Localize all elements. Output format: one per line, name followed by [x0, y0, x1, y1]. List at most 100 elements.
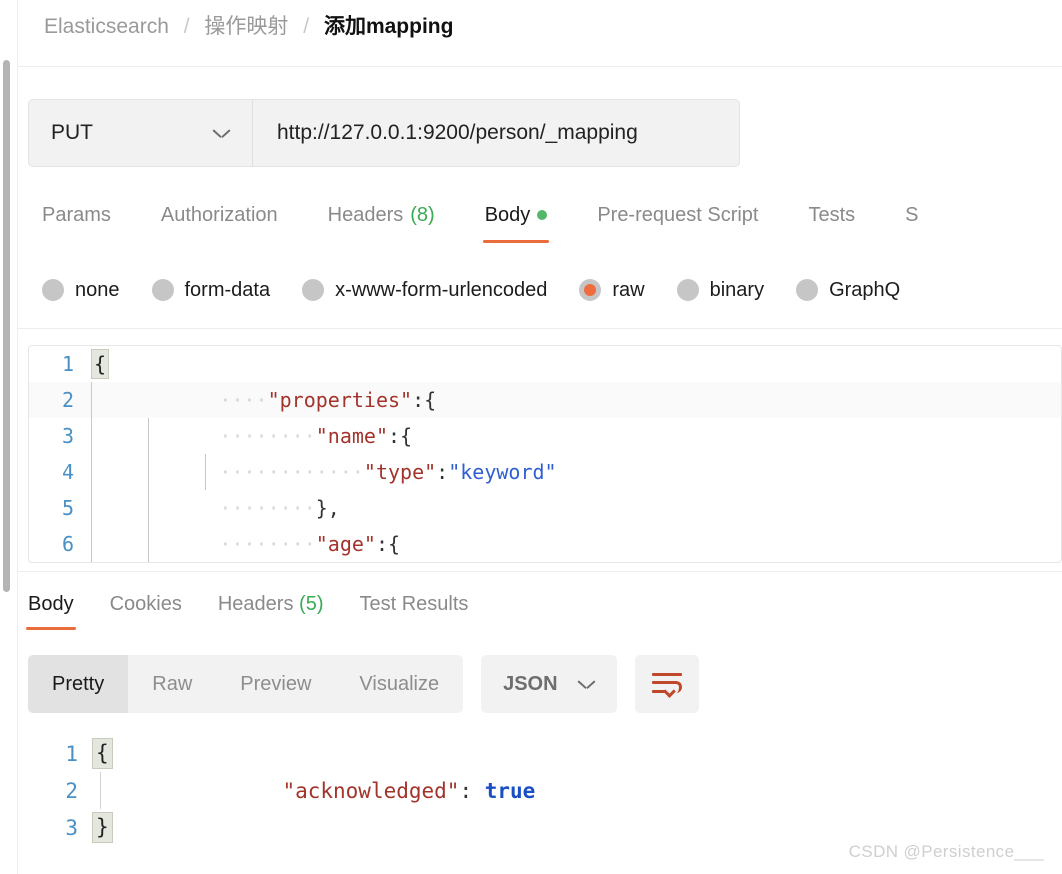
line-number: 6 [61, 532, 74, 556]
request-bar: PUT http://127.0.0.1:9200/person/_mappin… [28, 99, 740, 167]
radio-binary[interactable]: binary [676, 278, 765, 302]
tab-authorization[interactable]: Authorization [136, 198, 303, 232]
response-toolbar: Pretty Raw Preview Visualize JSON [28, 655, 699, 713]
tab-settings-clipped[interactable]: S [880, 198, 943, 232]
line-number: 2 [65, 778, 78, 803]
json-key: "acknowledged" [282, 778, 460, 803]
view-mode-pretty[interactable]: Pretty [28, 655, 129, 713]
json-key: "type" [363, 460, 437, 484]
chevron-down-icon [213, 128, 230, 138]
response-tab-headers-count: (5) [299, 593, 324, 615]
vertical-scrollbar[interactable] [3, 60, 10, 592]
breadcrumb-separator: / [183, 15, 190, 38]
word-wrap-button[interactable] [634, 655, 699, 713]
json-punct: :{ [375, 532, 401, 556]
view-mode-preview[interactable]: Preview [216, 655, 335, 713]
body-type-radio-group: none form-data x-www-form-urlencoded raw… [30, 268, 932, 312]
tab-params-label: Params [42, 204, 111, 226]
breadcrumb: Elasticsearch / 操作映射 / 添加mapping [44, 12, 453, 42]
indent-guide [148, 526, 149, 562]
json-value: "keyword" [448, 460, 557, 484]
response-view-mode-group: Pretty Raw Preview Visualize [28, 655, 464, 713]
request-body-editor[interactable]: 1 { 2 ····"properties":{ 3 ········"name… [28, 345, 1062, 563]
response-format-dropdown[interactable]: JSON [481, 655, 617, 713]
watermark: CSDN @Persistence___ [848, 842, 1044, 861]
response-tab-headers-label: Headers [217, 593, 294, 615]
radio-raw[interactable]: raw [579, 279, 645, 302]
json-key: "age" [315, 532, 376, 556]
url-input[interactable]: http://127.0.0.1:9200/person/_mapping [253, 100, 739, 166]
http-method-dropdown[interactable]: PUT [29, 100, 253, 166]
tab-tests-label: Tests [808, 204, 856, 226]
tab-pre-request-script-label: Pre-request Script [597, 204, 759, 226]
body-modified-dot-icon [537, 210, 548, 220]
code-content: "acknowledged": true [98, 772, 1062, 809]
tab-params[interactable]: Params [30, 198, 136, 232]
view-mode-preview-label: Preview [240, 672, 312, 695]
view-mode-visualize[interactable]: Visualize [335, 655, 463, 713]
response-tab-headers[interactable]: Headers (5) [200, 588, 342, 620]
tab-body[interactable]: Body [460, 198, 573, 243]
response-tab-test-results[interactable]: Test Results [341, 588, 486, 620]
tab-settings-label: S [905, 204, 919, 226]
radio-graphql-icon [796, 279, 819, 301]
radio-none-label: none [75, 278, 120, 301]
radio-graphql[interactable]: GraphQ [796, 279, 900, 302]
response-tab-test-results-label: Test Results [359, 593, 469, 615]
response-tab-body[interactable]: Body [18, 588, 92, 630]
indent-guide [91, 526, 92, 562]
response-tab-cookies-label: Cookies [109, 593, 182, 615]
radio-x-www-form-urlencoded-label: x-www-form-urlencoded [335, 278, 548, 301]
line-number: 1 [61, 352, 74, 376]
breadcrumb-folder[interactable]: 操作映射 [204, 15, 288, 38]
vertical-scrollbar-thumb[interactable] [3, 60, 10, 592]
line-number: 2 [61, 388, 74, 412]
indent-dots: ········ [219, 532, 316, 556]
tab-headers-count: (8) [410, 204, 435, 226]
tab-tests[interactable]: Tests [783, 198, 880, 232]
response-tab-body-label: Body [28, 593, 74, 615]
tab-pre-request-script[interactable]: Pre-request Script [572, 198, 783, 232]
line-number: 5 [61, 496, 74, 520]
chevron-down-icon [578, 679, 595, 689]
tab-body-label: Body [484, 204, 531, 226]
radio-form-data-label: form-data [184, 278, 271, 301]
response-code-line: 3 } [28, 809, 1062, 846]
response-section-divider [18, 571, 1062, 572]
fold-marker[interactable]: } [92, 812, 113, 843]
tab-headers[interactable]: Headers (8) [303, 198, 460, 232]
response-format-label: JSON [503, 672, 558, 695]
word-wrap-icon [651, 673, 682, 698]
tab-authorization-label: Authorization [160, 204, 278, 226]
radio-none[interactable]: none [42, 279, 120, 302]
json-punct: : [436, 460, 449, 484]
json-punct: :{ [412, 388, 437, 412]
view-mode-raw-label: Raw [152, 672, 193, 695]
postman-window: Elasticsearch / 操作映射 / 添加mapping PUT htt… [0, 0, 1062, 874]
radio-form-data[interactable]: form-data [151, 278, 271, 302]
view-mode-raw[interactable]: Raw [128, 655, 216, 713]
indent-guide [100, 772, 101, 809]
radio-x-www-form-urlencoded[interactable]: x-www-form-urlencoded [302, 279, 547, 302]
code-content: } [92, 809, 1062, 846]
breadcrumb-current: 添加mapping [323, 15, 454, 38]
radio-x-www-form-urlencoded-icon [302, 279, 325, 301]
view-mode-visualize-label: Visualize [359, 672, 440, 695]
code-line[interactable]: 6 ········"age":{ [29, 526, 1061, 562]
breadcrumb-root[interactable]: Elasticsearch [44, 15, 169, 38]
json-value: true [484, 778, 536, 803]
tab-headers-label: Headers [327, 204, 404, 226]
radio-graphql-label: GraphQ [829, 278, 901, 301]
radio-form-data-icon [151, 279, 174, 301]
response-tab-cookies[interactable]: Cookies [92, 588, 200, 620]
radio-binary-icon [676, 279, 699, 301]
radio-none-icon [42, 279, 64, 301]
response-code-line: 2 "acknowledged": true [28, 772, 1062, 809]
http-method-label: PUT [51, 121, 93, 144]
response-body-viewer[interactable]: 1 { 2 "acknowledged": true 3 } [28, 735, 1062, 850]
response-tabs: Body Cookies Headers (5) Test Results [18, 588, 486, 636]
radio-binary-label: binary [709, 278, 765, 301]
line-number: 3 [65, 815, 78, 840]
body-section-divider [18, 328, 1062, 329]
line-number: 1 [65, 741, 78, 766]
